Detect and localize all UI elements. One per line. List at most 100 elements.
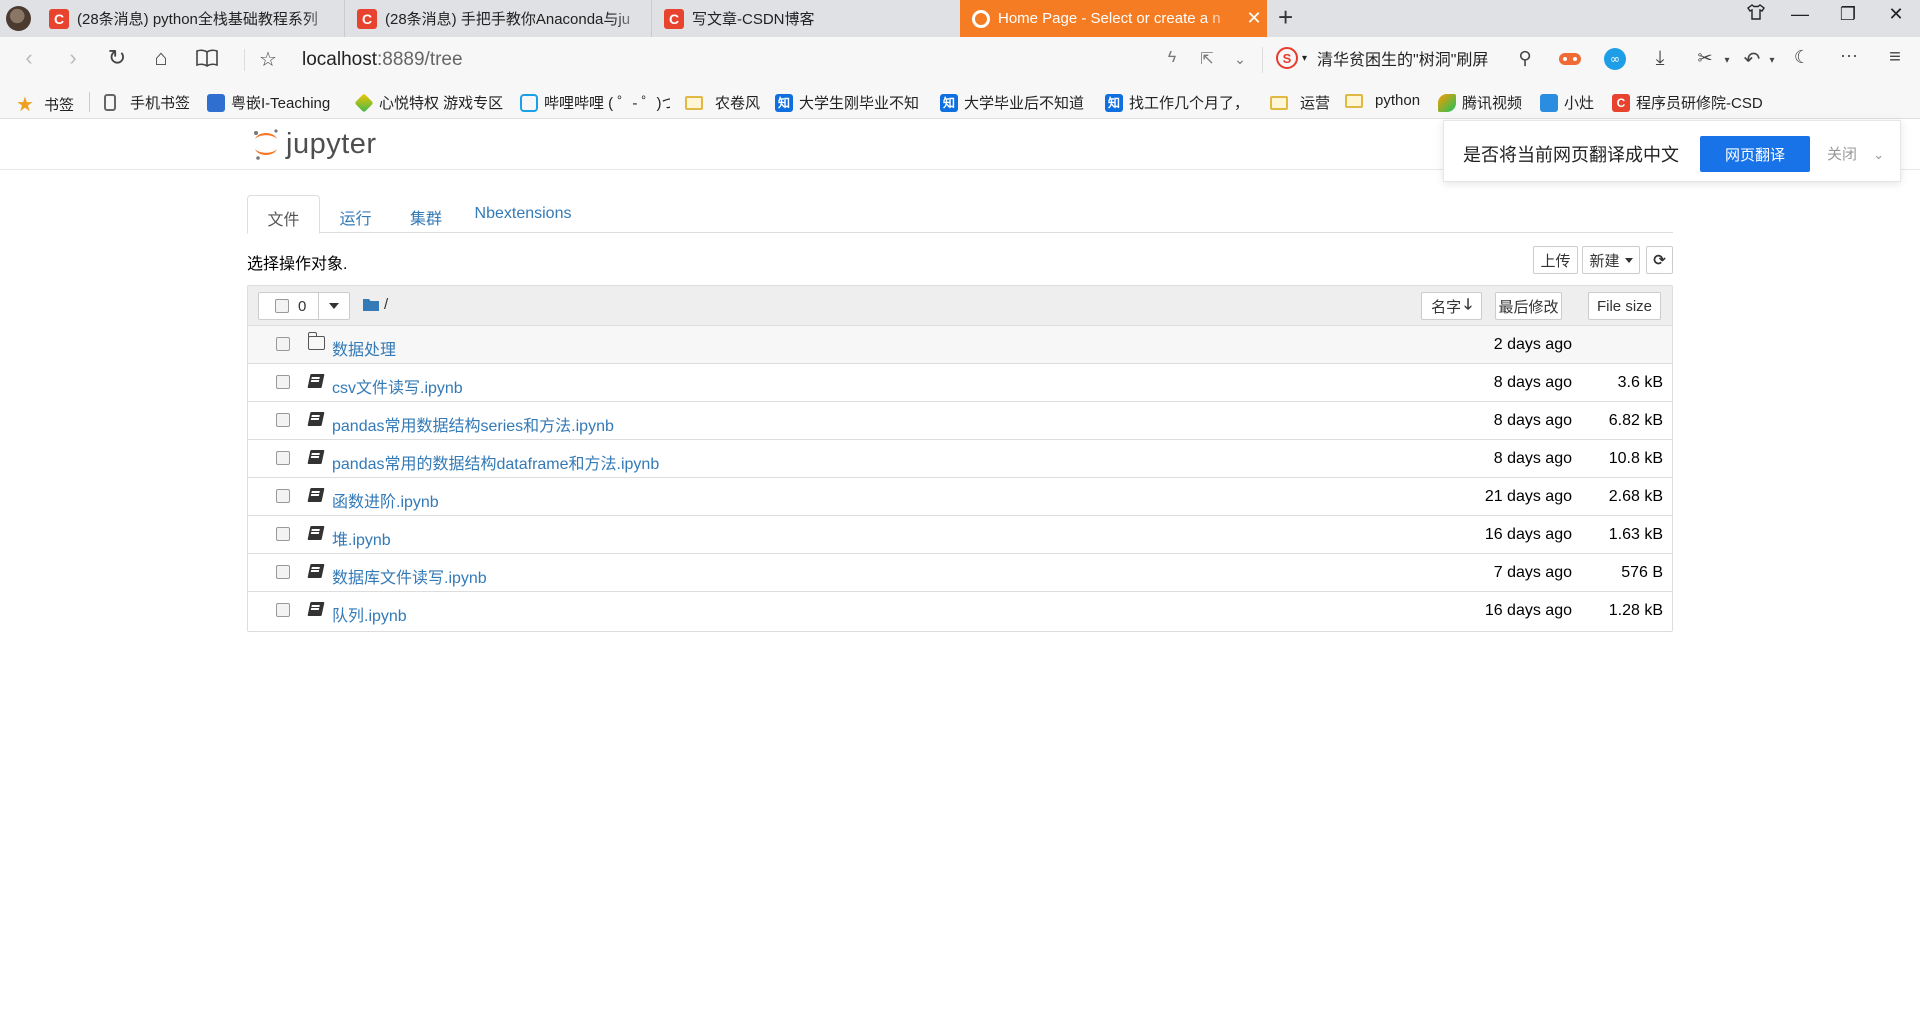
restore-icon[interactable]: ❐ (1828, 4, 1868, 25)
reload-icon[interactable]: ↻ (102, 45, 132, 71)
lightning-icon[interactable]: ϟ (1157, 49, 1187, 67)
bookmark-item[interactable]: 知 找工作几个月了， (1105, 92, 1251, 113)
sort-by-name-button[interactable]: 名字 🡓 (1421, 292, 1482, 320)
list-item[interactable]: pandas常用的数据结构dataframe和方法.ipynb 8 days a… (248, 440, 1672, 478)
share-icon[interactable]: ⇱ (1192, 49, 1222, 69)
breadcrumb[interactable]: / (363, 296, 388, 313)
bookmark-item[interactable]: 腾讯视频 (1438, 92, 1522, 113)
bookmark-item[interactable]: ★ 书签 (16, 92, 74, 117)
game-icon[interactable] (1555, 48, 1585, 74)
browser-tab[interactable]: C 写文章-CSDN博客 (651, 0, 960, 37)
menu-icon[interactable]: ≡ (1880, 46, 1910, 69)
bookmark-item[interactable]: C 程序员研修院-CSD (1612, 92, 1762, 113)
list-item[interactable]: csv文件读写.ipynb 8 days ago 3.6 kB (248, 364, 1672, 402)
sort-by-size-button[interactable]: File size (1588, 292, 1661, 320)
translate-button[interactable]: 网页翻译 (1700, 136, 1810, 172)
close-window-icon[interactable]: ✕ (1876, 4, 1916, 25)
notebook-icon (307, 526, 325, 540)
address-bar[interactable]: localhost:8889/tree (302, 49, 463, 71)
row-checkbox[interactable] (276, 489, 290, 503)
bookmark-label: 粤嵌I-Teaching (231, 95, 331, 112)
bookmark-item[interactable]: python (1345, 92, 1420, 109)
row-checkbox[interactable] (276, 565, 290, 579)
list-item[interactable]: 数据处理 2 days ago (248, 326, 1672, 364)
list-item[interactable]: 数据库文件读写.ipynb 7 days ago 576 B (248, 554, 1672, 592)
bookmark-item[interactable]: 小灶 (1540, 92, 1594, 113)
bookmark-item[interactable]: 知 大学生刚毕业不知 (775, 92, 921, 113)
row-checkbox[interactable] (276, 451, 290, 465)
jupyter-logo[interactable]: jupyter (252, 127, 377, 161)
browser-tab[interactable]: C (28条消息) python全栈基础教程系列 (37, 0, 344, 37)
user-avatar[interactable] (6, 6, 31, 31)
file-modified: 7 days ago (1493, 564, 1572, 581)
forward-icon[interactable]: › (58, 45, 88, 71)
tab-files[interactable]: 文件 (247, 195, 320, 234)
download-icon[interactable]: ⤓ (1645, 47, 1675, 70)
list-item[interactable]: pandas常用数据结构series和方法.ipynb 8 days ago 6… (248, 402, 1672, 440)
list-item[interactable]: 函数进阶.ipynb 21 days ago 2.68 kB (248, 478, 1672, 516)
upload-label: 上传 (1540, 252, 1571, 270)
file-list: 0 / 名字 🡓 最后修改 File size 数据处理 2 days ago … (247, 285, 1673, 632)
file-modified: 8 days ago (1493, 450, 1572, 467)
tab-running[interactable]: 运行 (320, 195, 391, 233)
refresh-button[interactable]: ⟳ (1646, 246, 1673, 274)
select-all-checkbox[interactable]: 0 (258, 292, 319, 320)
zhihu-icon: 知 (940, 93, 958, 112)
reader-mode-icon[interactable] (192, 47, 222, 73)
new-dropdown-button[interactable]: 新建 (1582, 246, 1640, 274)
bookmark-item[interactable]: 哔哩哔哩 ( ゜- ゜)つ (520, 92, 670, 113)
browser-tab-active[interactable]: Home Page - Select or create a n ✕ (960, 0, 1267, 37)
file-modified: 2 days ago (1493, 336, 1572, 353)
folder-icon (1270, 95, 1288, 110)
bookmark-item[interactable]: 运营 (1270, 92, 1330, 113)
file-name-link[interactable]: pandas常用数据结构series和方法.ipynb (332, 412, 614, 436)
infinity-icon[interactable]: ∞ (1600, 47, 1630, 77)
row-checkbox[interactable] (276, 413, 290, 427)
row-checkbox[interactable] (276, 527, 290, 541)
file-name-link[interactable]: 队列.ipynb (332, 602, 407, 626)
file-name-link[interactable]: pandas常用的数据结构dataframe和方法.ipynb (332, 450, 659, 474)
minimize-icon[interactable]: — (1780, 4, 1820, 25)
chevron-down-icon[interactable]: ▾ (1757, 55, 1787, 66)
bookmark-item[interactable]: 手机书签 (104, 92, 190, 113)
translate-close-button[interactable]: 关闭 ⌄ (1827, 143, 1884, 164)
row-checkbox[interactable] (276, 603, 290, 617)
bookmark-star-icon[interactable]: ☆ (253, 47, 283, 72)
search-icon[interactable]: ⚲ (1510, 48, 1540, 69)
bookmark-item[interactable]: 知 大学毕业后不知道 (940, 92, 1086, 113)
night-mode-icon[interactable]: ☾ (1787, 47, 1817, 68)
list-item[interactable]: 队列.ipynb 16 days ago 1.28 kB (248, 592, 1672, 630)
shirt-icon[interactable] (1736, 4, 1776, 25)
select-dropdown-button[interactable] (318, 292, 350, 320)
select-hint: 选择操作对象. (247, 256, 348, 273)
bookmark-item[interactable]: 心悦特权 游戏专区 (355, 92, 505, 113)
chevron-down-icon[interactable]: ⌄ (1225, 51, 1255, 68)
new-tab-button[interactable]: + (1278, 2, 1293, 33)
close-tab-icon[interactable]: ✕ (1241, 8, 1267, 29)
notebook-icon (307, 564, 325, 578)
upload-button[interactable]: 上传 (1533, 246, 1578, 274)
list-item[interactable]: 堆.ipynb 16 days ago 1.63 kB (248, 516, 1672, 554)
home-icon[interactable]: ⌂ (146, 45, 176, 71)
back-icon[interactable]: ‹ (14, 45, 44, 71)
search-suggestion[interactable]: S ▾ 清华贫困生的"树洞"刷屏 (1276, 46, 1488, 70)
browser-tab[interactable]: C (28条消息) 手把手教你Anaconda与ju (344, 0, 651, 37)
file-name-link[interactable]: 数据处理 (332, 336, 396, 360)
jupyter-logo-icon (254, 129, 278, 160)
tab-clusters[interactable]: 集群 (391, 195, 461, 233)
sort-by-modified-button[interactable]: 最后修改 (1495, 292, 1562, 320)
file-name-link[interactable]: csv文件读写.ipynb (332, 374, 463, 398)
file-name-link[interactable]: 函数进阶.ipynb (332, 488, 439, 512)
file-name-link[interactable]: 数据库文件读写.ipynb (332, 564, 487, 588)
file-modified: 16 days ago (1484, 602, 1572, 619)
browser-tab-title: (28条消息) python全栈基础教程系列 (77, 11, 318, 28)
bookmark-item[interactable]: 粤嵌I-Teaching (207, 92, 330, 113)
search-engine-dropdown-icon[interactable]: ▾ (1302, 53, 1307, 64)
row-checkbox[interactable] (276, 337, 290, 351)
more-icon[interactable]: ··· (1834, 45, 1864, 66)
row-checkbox[interactable] (276, 375, 290, 389)
tab-nbextensions[interactable]: Nbextensions (461, 195, 585, 233)
bookmark-item[interactable]: 农卷风 (685, 92, 760, 113)
file-name-link[interactable]: 堆.ipynb (332, 526, 391, 550)
bookmark-label: 腾讯视频 (1462, 95, 1523, 112)
